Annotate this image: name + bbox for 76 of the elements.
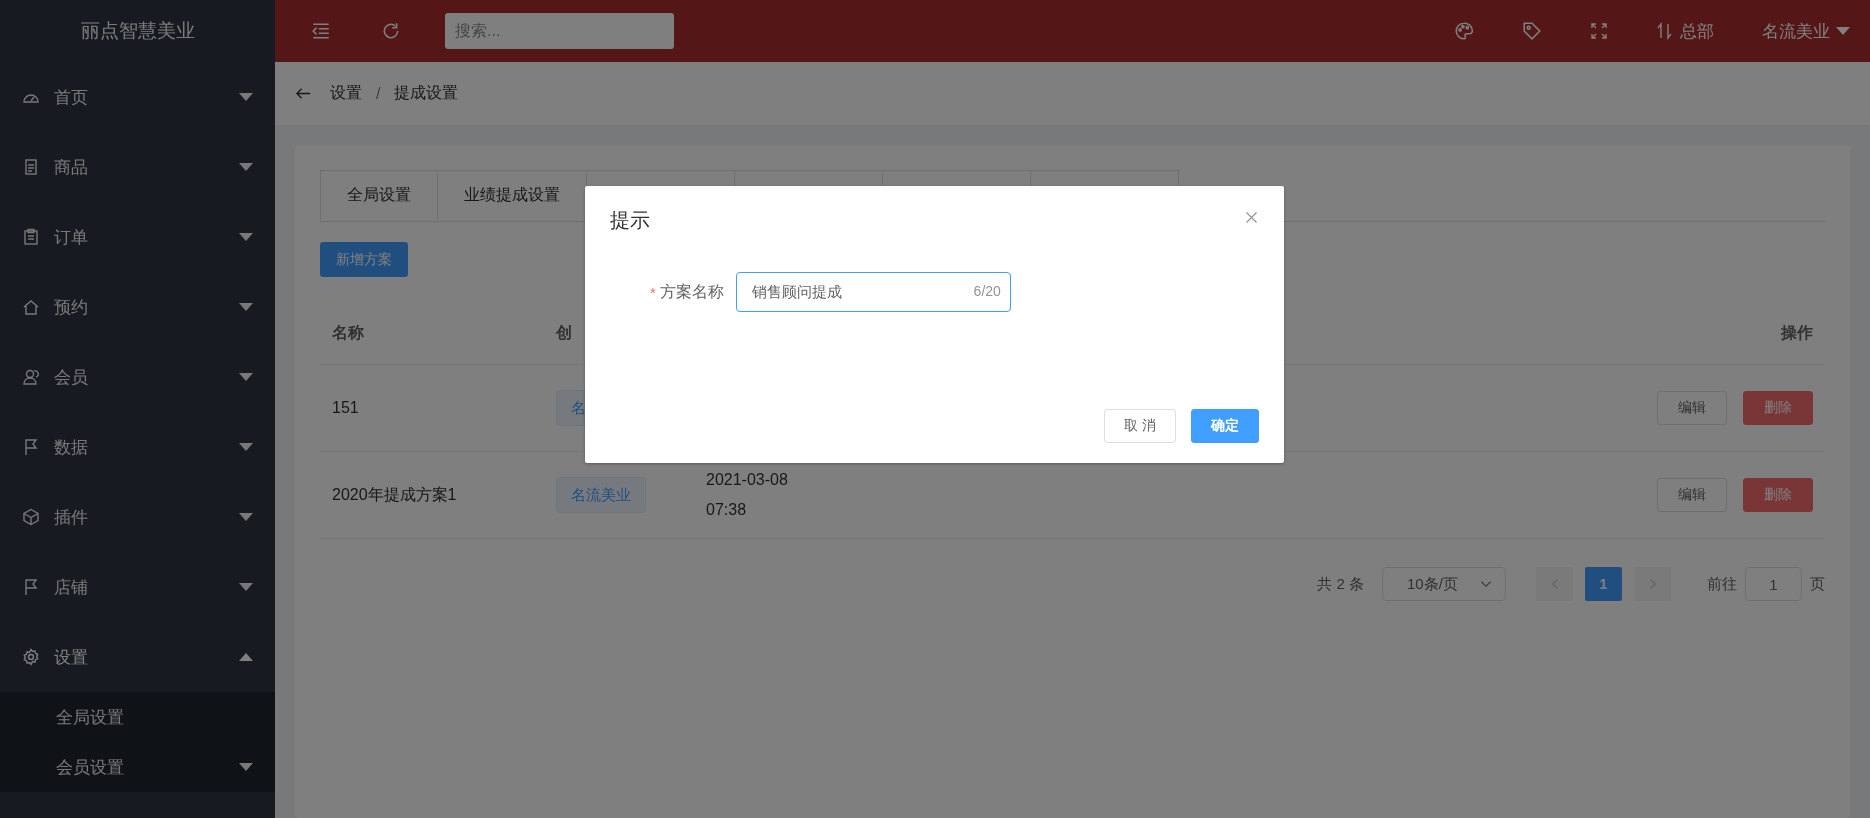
house-icon xyxy=(22,298,40,316)
char-counter: 6/20 xyxy=(973,283,1001,299)
gear-icon xyxy=(22,648,40,666)
collapse-menu-icon xyxy=(311,21,331,41)
document-icon xyxy=(22,158,40,176)
column-header: 名称 xyxy=(332,323,364,341)
required-mark: * xyxy=(650,283,656,301)
caret-icon xyxy=(239,513,253,521)
clipboard-icon xyxy=(22,228,40,246)
flag-icon xyxy=(22,438,40,456)
caret-icon xyxy=(239,763,253,771)
cancel-button[interactable]: 取 消 xyxy=(1104,409,1176,443)
add-plan-button[interactable]: 新增方案 xyxy=(320,242,408,277)
org-switch-button[interactable]: 总部 xyxy=(1656,19,1714,43)
caret-icon xyxy=(239,653,253,661)
sidebar-item[interactable]: 设置 xyxy=(0,622,275,692)
swap-arrows-icon xyxy=(1656,22,1674,40)
sidebar-item[interactable]: 店铺 xyxy=(0,552,275,622)
sidebar-item[interactable]: 商品 xyxy=(0,132,275,202)
breadcrumb-current: 提成设置 xyxy=(394,83,459,103)
total-count: 共 2 条 xyxy=(1317,574,1364,594)
caret-icon xyxy=(239,93,253,101)
user-icon xyxy=(22,368,40,386)
submenu-item[interactable]: 会员设置 xyxy=(0,742,275,792)
edit-button[interactable]: 编辑 xyxy=(1657,391,1727,425)
close-button[interactable] xyxy=(1244,210,1259,225)
breadcrumb-link[interactable]: 设置 xyxy=(330,83,362,104)
tag-button[interactable] xyxy=(1522,21,1542,41)
table-cell: 151 xyxy=(332,399,359,416)
table-cell: 07:38 xyxy=(706,501,747,518)
caret-icon xyxy=(239,373,253,381)
field-label: 方案名称 xyxy=(659,281,724,302)
palette-icon xyxy=(1454,21,1474,41)
sidebar-item[interactable]: 会员 xyxy=(0,342,275,412)
search-field[interactable]: 搜索... xyxy=(445,13,674,49)
sidebar-item[interactable]: 数据 xyxy=(0,412,275,482)
page-button[interactable]: 1 xyxy=(1585,567,1622,601)
fullscreen-button[interactable] xyxy=(1590,22,1608,40)
flag-icon xyxy=(22,578,40,596)
page-suffix: 页 xyxy=(1810,574,1825,594)
dialog-title: 提示 xyxy=(610,208,650,233)
column-header: 创 xyxy=(556,323,572,341)
sidebar-item[interactable]: 订单 xyxy=(0,202,275,272)
caret-icon xyxy=(239,163,253,171)
close-icon xyxy=(1244,210,1259,225)
sidebar-item[interactable]: 预约 xyxy=(0,272,275,342)
table-cell: 2021-03-08 xyxy=(706,471,788,488)
goto-label: 前往 xyxy=(1707,574,1737,594)
breadcrumb-separator: / xyxy=(376,84,381,103)
app-logo-text: 丽点智慧美业 xyxy=(80,19,195,43)
page-jump-field[interactable]: 1 xyxy=(1745,567,1802,601)
fullscreen-icon xyxy=(1590,22,1608,40)
tab[interactable]: 全局设置 xyxy=(320,170,438,220)
store-tag: 名流美业 xyxy=(556,477,646,513)
confirm-button[interactable]: 确定 xyxy=(1191,409,1259,443)
refresh-icon xyxy=(381,21,401,41)
caret-icon xyxy=(1836,27,1850,35)
delete-button[interactable]: 删除 xyxy=(1743,478,1813,512)
column-header: 操作 xyxy=(1781,323,1813,341)
page-size-select[interactable]: 10条/页 xyxy=(1382,567,1506,601)
store-dropdown[interactable]: 名流美业 xyxy=(1762,19,1850,43)
sidebar-item[interactable]: 插件 xyxy=(0,482,275,552)
caret-icon xyxy=(239,303,253,311)
sidebar-item[interactable]: 首页 xyxy=(0,62,275,132)
caret-icon xyxy=(239,233,253,241)
caret-icon xyxy=(239,583,253,591)
tag-icon xyxy=(1522,21,1542,41)
edit-button[interactable]: 编辑 xyxy=(1657,478,1727,512)
palette-button[interactable] xyxy=(1454,21,1474,41)
menu-icon[interactable] xyxy=(311,21,331,41)
cube-icon xyxy=(22,508,40,526)
delete-button[interactable]: 删除 xyxy=(1743,391,1813,425)
caret-icon xyxy=(239,443,253,451)
refresh-button[interactable] xyxy=(381,21,401,41)
table-cell: 2020年提成方案1 xyxy=(332,485,457,503)
submenu-item[interactable]: 全局设置 xyxy=(0,692,275,742)
